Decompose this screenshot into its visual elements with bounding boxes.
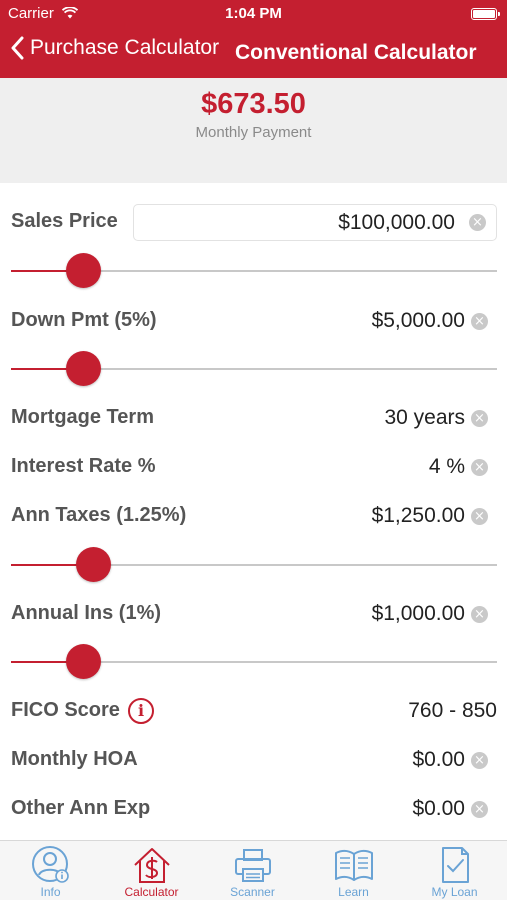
tab-calculator-label: Calculator xyxy=(124,885,179,899)
fico-info-icon[interactable]: i xyxy=(128,698,154,724)
annual-taxes-slider[interactable] xyxy=(11,547,497,583)
clear-annual-taxes-icon[interactable]: × xyxy=(471,508,488,525)
slider-knob[interactable] xyxy=(66,351,102,386)
back-button-label: Purchase Calculator xyxy=(30,36,220,59)
other-annual-expense-value[interactable]: $0.00 xyxy=(412,797,465,821)
slider-knob[interactable] xyxy=(66,253,102,288)
back-button[interactable]: Purchase Calculator xyxy=(10,36,219,60)
tab-scanner[interactable]: Scanner xyxy=(202,841,303,900)
sales-price-label: Sales Price xyxy=(11,210,118,232)
page-title: Conventional Calculator xyxy=(235,41,477,64)
clear-sales-price-icon[interactable]: × xyxy=(469,214,486,231)
fico-score-value[interactable]: 760 - 850 xyxy=(408,699,497,723)
clear-monthly-hoa-icon[interactable]: × xyxy=(471,752,488,769)
payment-summary: $673.50 Monthly Payment xyxy=(0,78,507,183)
annual-insurance-label: Annual Ins (1%) xyxy=(11,602,162,624)
tab-learn[interactable]: Learn xyxy=(303,841,404,900)
annual-taxes-value[interactable]: $1,250.00 xyxy=(372,504,465,528)
fico-score-label: FICO Score xyxy=(11,699,120,721)
down-payment-label: Down Pmt (5%) xyxy=(11,309,157,331)
mortgage-term-row[interactable]: Mortgage Term 30 years × xyxy=(0,398,507,438)
slider-knob[interactable] xyxy=(66,644,102,679)
annual-insurance-slider[interactable] xyxy=(11,644,497,680)
mortgage-term-label: Mortgage Term xyxy=(11,406,154,428)
tab-calculator[interactable]: Calculator xyxy=(101,841,202,900)
monthly-hoa-value[interactable]: $0.00 xyxy=(412,748,465,772)
clear-interest-rate-icon[interactable]: × xyxy=(471,459,488,476)
other-annual-expense-label: Other Ann Exp xyxy=(11,797,151,819)
monthly-hoa-label: Monthly HOA xyxy=(11,748,138,770)
monthly-hoa-row[interactable]: Monthly HOA $0.00 × xyxy=(0,740,507,780)
mortgage-term-value[interactable]: 30 years xyxy=(384,406,465,430)
tab-scanner-label: Scanner xyxy=(230,885,275,899)
interest-rate-row[interactable]: Interest Rate % 4 % × xyxy=(0,447,507,487)
status-bar: Carrier 1:04 PM xyxy=(0,0,507,28)
tab-info-label: Info xyxy=(40,885,61,899)
navigation-bar: Purchase Calculator Conventional Calcula… xyxy=(0,28,507,78)
clear-mortgage-term-icon[interactable]: × xyxy=(471,410,488,427)
sales-price-value: $100,000.00 xyxy=(338,211,455,234)
tab-my-loan[interactable]: My Loan xyxy=(404,841,505,900)
monthly-payment-amount: $673.50 xyxy=(201,88,306,120)
chevron-left-icon xyxy=(10,36,24,60)
interest-rate-label: Interest Rate % xyxy=(11,455,156,477)
monthly-payment-label: Monthly Payment xyxy=(195,124,312,141)
annual-taxes-row[interactable]: Ann Taxes (1.25%) $1,250.00 × xyxy=(0,496,507,536)
fico-score-row[interactable]: FICO Score 760 - 850 xyxy=(0,691,507,731)
down-payment-slider[interactable] xyxy=(11,351,497,387)
down-payment-row[interactable]: Down Pmt (5%) $5,000.00 × xyxy=(0,301,507,341)
battery-icon xyxy=(471,8,500,20)
other-annual-expense-row[interactable]: Other Ann Exp $0.00 × xyxy=(0,789,507,829)
down-payment-value[interactable]: $5,000.00 xyxy=(372,309,465,333)
annual-insurance-value[interactable]: $1,000.00 xyxy=(372,602,465,626)
clear-down-payment-icon[interactable]: × xyxy=(471,313,488,330)
interest-rate-value[interactable]: 4 % xyxy=(429,455,465,479)
clear-annual-insurance-icon[interactable]: × xyxy=(471,606,488,623)
tab-learn-label: Learn xyxy=(338,885,369,899)
annual-insurance-row[interactable]: Annual Ins (1%) $1,000.00 × xyxy=(0,594,507,634)
sales-price-input[interactable]: $100,000.00 × xyxy=(133,204,497,241)
tab-info[interactable]: Info xyxy=(0,841,101,900)
clear-other-annual-expense-icon[interactable]: × xyxy=(471,801,488,818)
sales-price-slider[interactable] xyxy=(11,253,497,289)
clock: 1:04 PM xyxy=(225,5,282,22)
tab-bar: Info Calculator Scanner Learn My Loan xyxy=(0,840,507,900)
slider-knob[interactable] xyxy=(76,547,112,582)
annual-taxes-label: Ann Taxes (1.25%) xyxy=(11,504,187,526)
tab-my-loan-label: My Loan xyxy=(431,885,478,899)
